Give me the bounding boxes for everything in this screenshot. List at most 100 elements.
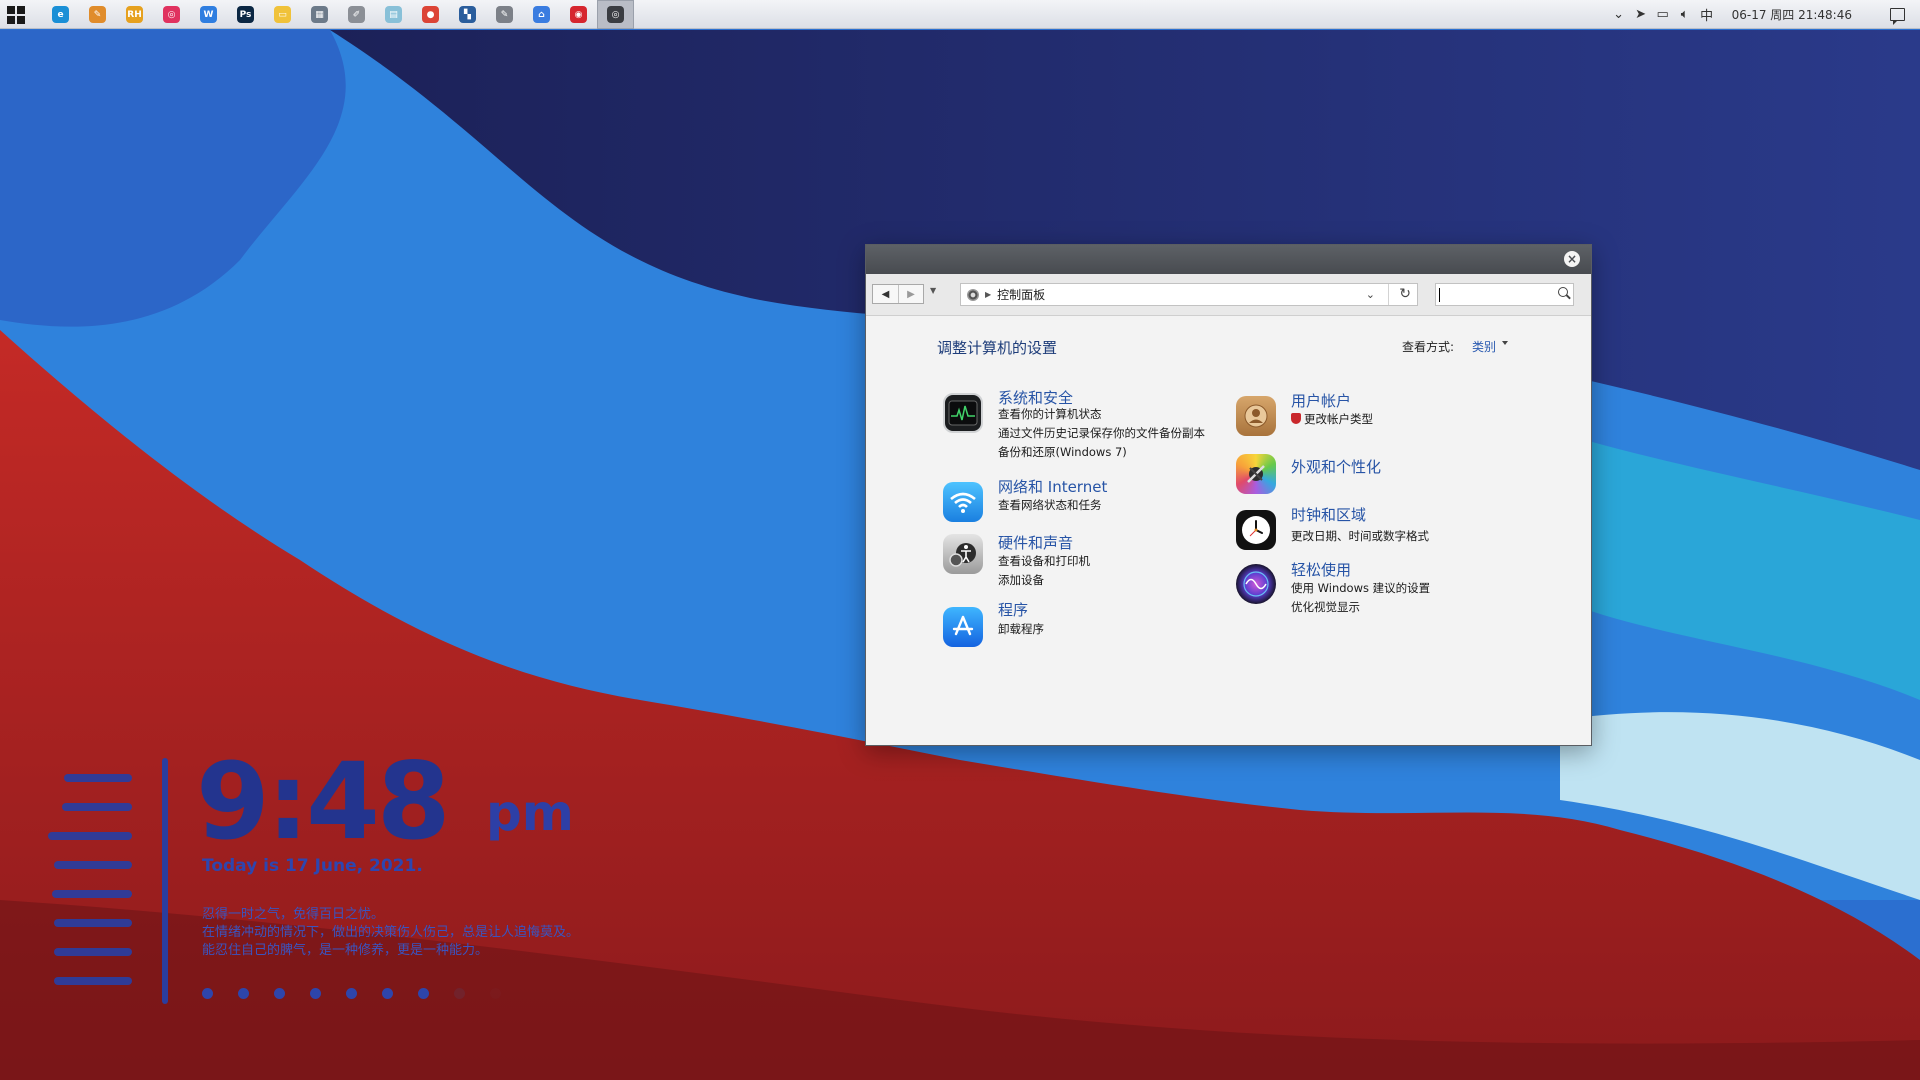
- category-ease-of-access: 轻松使用 使用 Windows 建议的设置 优化视觉显示: [1236, 561, 1496, 615]
- instagram-app-button[interactable]: ◎: [153, 0, 190, 29]
- category-link[interactable]: 通过文件历史记录保存你的文件备份副本: [998, 425, 1205, 441]
- uac-shield-icon: [1291, 413, 1301, 424]
- notification-center-icon[interactable]: [1874, 0, 1920, 29]
- wps-writer-app-button[interactable]: W: [190, 0, 227, 29]
- close-button[interactable]: ×: [1564, 251, 1580, 267]
- category-title[interactable]: 时钟和区域: [1291, 504, 1366, 525]
- input-method-icon[interactable]: 中: [1696, 0, 1718, 29]
- rh-app-button[interactable]: RH: [116, 0, 153, 29]
- recent-locations-icon[interactable]: ▼: [930, 286, 936, 295]
- widget-quote: 忍得一时之气，免得百日之忧。 在情绪冲动的情况下，做出的决策伤人伤己，总是让人追…: [202, 906, 579, 960]
- category-link[interactable]: 查看网络状态和任务: [998, 497, 1102, 513]
- chrome-app-button[interactable]: ●: [412, 0, 449, 29]
- activity-monitor-icon[interactable]: [943, 393, 983, 433]
- search-input[interactable]: [1435, 283, 1574, 306]
- settings-grid-app-icon: ▚: [459, 6, 476, 23]
- category-link[interactable]: 查看设备和打印机: [998, 553, 1090, 569]
- contacts-icon[interactable]: [1236, 396, 1276, 436]
- dropdown-caret-icon[interactable]: [1502, 341, 1508, 345]
- file-explorer-app-icon: ▭: [274, 6, 291, 23]
- category-programs: 程序 卸载程序: [943, 601, 1233, 649]
- notepad-app-button[interactable]: ✐: [338, 0, 375, 29]
- photoshop-app-button[interactable]: Ps: [227, 0, 264, 29]
- category-title[interactable]: 程序: [998, 599, 1028, 620]
- page-title: 调整计算机的设置: [937, 339, 1058, 357]
- volume-icon[interactable]: 🔈︎: [1674, 0, 1696, 29]
- chrome-app-icon: ●: [422, 6, 439, 23]
- address-bar[interactable]: ▶ 控制面板 ⌄ ↻: [960, 283, 1418, 306]
- category-link[interactable]: 备份和还原(Windows 7): [998, 444, 1127, 460]
- edge-app-icon: e: [52, 6, 69, 23]
- view-by-dropdown[interactable]: 类别: [1472, 338, 1496, 355]
- category-hardware-sound: 硬件和声音 查看设备和打印机 添加设备: [943, 532, 1233, 587]
- breadcrumb[interactable]: 控制面板: [997, 286, 1045, 303]
- document-app-button[interactable]: ▤: [375, 0, 412, 29]
- clock-icon[interactable]: [1236, 510, 1276, 550]
- forward-button[interactable]: ▶: [898, 285, 923, 303]
- taskbar-apps: e ✎ RH ◎ W Ps ▭ ▦ ✐ ▤ ● ▚ ✎ ⌂ ◉ ◎: [42, 0, 634, 29]
- network-icon[interactable]: ▭: [1652, 0, 1674, 29]
- paper-plane-icon[interactable]: ➤: [1630, 0, 1652, 29]
- search-icon[interactable]: [1558, 287, 1568, 297]
- taskbar: e ✎ RH ◎ W Ps ▭ ▦ ✐ ▤ ● ▚ ✎ ⌂ ◉ ◎ ⌄ ➤ ▭ 🔈︎ 中 06-17 周四 2…: [0, 0, 1920, 29]
- netease-music-app-button[interactable]: ◉: [560, 0, 597, 29]
- category-title[interactable]: 网络和 Internet: [998, 476, 1107, 497]
- chevron-up-icon[interactable]: ⌄: [1608, 0, 1630, 29]
- category-system-security: 系统和安全 查看你的计算机状态 通过文件历史记录保存你的文件备份副本 备份和还原…: [943, 389, 1233, 463]
- window-titlebar[interactable]: ×: [866, 245, 1591, 274]
- chevron-down-icon[interactable]: ⌄: [1366, 288, 1375, 301]
- paint-app-icon: ✎: [89, 6, 106, 23]
- nav-buttons: ◀ ▶: [872, 284, 924, 304]
- view-by-label: 查看方式:: [1402, 340, 1455, 354]
- rh-app-icon: RH: [126, 6, 143, 23]
- quote-line: 在情绪冲动的情况下，做出的决策伤人伤己，总是让人追悔莫及。: [202, 925, 580, 940]
- home-app-button[interactable]: ⌂: [523, 0, 560, 29]
- control-panel-window: × ◀ ▶ ▼ ▶ 控制面板 ⌄ ↻ 调整计算机的设置 查看方式: 类别 系统和…: [865, 244, 1592, 746]
- windows-logo-icon: [7, 6, 15, 14]
- category-network: 网络和 Internet 查看网络状态和任务: [943, 478, 1233, 526]
- category-title[interactable]: 外观和个性化: [1291, 456, 1381, 477]
- app-store-icon[interactable]: [943, 607, 983, 647]
- paint-app-button[interactable]: ✎: [79, 0, 116, 29]
- category-link[interactable]: 卸载程序: [998, 621, 1044, 637]
- wifi-icon[interactable]: [943, 482, 983, 522]
- edge-app-button[interactable]: e: [42, 0, 79, 29]
- category-user-accounts: 用户帐户 更改帐户类型: [1236, 392, 1496, 438]
- refresh-icon[interactable]: ↻: [1399, 286, 1411, 302]
- category-title[interactable]: 系统和安全: [998, 387, 1073, 408]
- category-title[interactable]: 硬件和声音: [998, 532, 1073, 553]
- category-appearance: 外观和个性化: [1236, 454, 1496, 494]
- quote-line: 忍得一时之气，免得百日之忧。: [202, 907, 385, 922]
- notepad-app-icon: ✐: [348, 6, 365, 23]
- control-panel-app-button[interactable]: ◎: [597, 0, 634, 29]
- widget-ampm: pm: [486, 784, 574, 842]
- netease-music-app-icon: ◉: [570, 6, 587, 23]
- category-link[interactable]: 更改日期、时间或数字格式: [1291, 528, 1429, 544]
- category-link[interactable]: 查看你的计算机状态: [998, 406, 1102, 422]
- settings-grid-app-button[interactable]: ▚: [449, 0, 486, 29]
- category-clock-region: 时钟和区域 更改日期、时间或数字格式: [1236, 506, 1496, 554]
- calculator-app-button[interactable]: ▦: [301, 0, 338, 29]
- category-link[interactable]: 优化视觉显示: [1291, 599, 1360, 615]
- start-button[interactable]: [6, 5, 26, 25]
- home-app-icon: ⌂: [533, 6, 550, 23]
- editor-app-button[interactable]: ✎: [486, 0, 523, 29]
- calculator-app-icon: ▦: [311, 6, 328, 23]
- document-app-icon: ▤: [385, 6, 402, 23]
- siri-icon[interactable]: [1236, 564, 1276, 604]
- back-button[interactable]: ◀: [873, 285, 898, 303]
- wps-writer-app-icon: W: [200, 6, 217, 23]
- editor-app-icon: ✎: [496, 6, 513, 23]
- system-tray: ⌄ ➤ ▭ 🔈︎ 中 06-17 周四 21:48:46: [1608, 0, 1920, 29]
- color-picker-icon[interactable]: [1236, 454, 1276, 494]
- category-link[interactable]: 添加设备: [998, 572, 1044, 588]
- taskbar-clock[interactable]: 06-17 周四 21:48:46: [1718, 6, 1874, 23]
- chevron-right-icon[interactable]: ▶: [985, 290, 991, 299]
- file-explorer-app-button[interactable]: ▭: [264, 0, 301, 29]
- category-title[interactable]: 轻松使用: [1291, 559, 1351, 580]
- category-link[interactable]: 更改帐户类型: [1291, 411, 1373, 427]
- category-title[interactable]: 用户帐户: [1291, 390, 1351, 411]
- window-content: 调整计算机的设置 查看方式: 类别 系统和安全 查看你的计算机状态 通过文件历史…: [866, 316, 1591, 744]
- accessibility-gear-icon[interactable]: [943, 534, 983, 574]
- category-link[interactable]: 使用 Windows 建议的设置: [1291, 580, 1430, 596]
